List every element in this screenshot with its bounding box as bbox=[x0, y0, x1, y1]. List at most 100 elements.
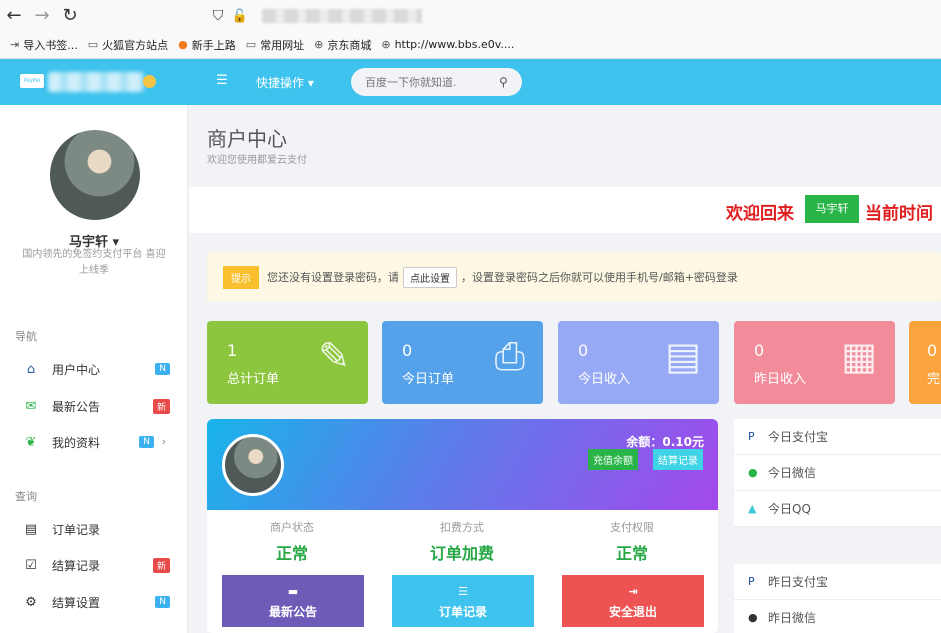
globe-icon: ⊕ bbox=[381, 38, 391, 51]
bookmarks-bar: ⇥ 导入书签... ▭ 火狐官方站点 ● 新手上路 ▭ 常用网址 ⊕ 京东商城 ⊕ http… bbox=[0, 31, 941, 59]
reload-icon[interactable]: ↻ bbox=[56, 5, 84, 26]
gears-icon: ⚙ bbox=[25, 594, 37, 610]
sidebar-item-settlement-settings[interactable]: ⚙ 结算设置 N bbox=[0, 584, 188, 620]
url-redacted bbox=[262, 9, 422, 23]
quick-ops-dropdown[interactable]: 快捷操作 ▾ bbox=[256, 74, 314, 91]
avatar[interactable] bbox=[222, 434, 284, 496]
set-password-button[interactable]: 点此设置 bbox=[403, 266, 457, 288]
bookmark-bbs[interactable]: ⊕ http://www.bbs.e0v.... bbox=[381, 38, 514, 51]
forward-icon[interactable]: → bbox=[28, 5, 56, 26]
bookmark-firefox-site[interactable]: ▭ 火狐官方站点 bbox=[88, 37, 168, 53]
calendar-icon: ▦ bbox=[841, 334, 877, 378]
wechat-icon: ● bbox=[748, 611, 758, 624]
list-item-today-alipay[interactable]: P 今日支付宝 bbox=[734, 419, 941, 455]
bookmark-import[interactable]: ⇥ 导入书签... bbox=[10, 37, 78, 53]
stat-partial[interactable]: 0 完 bbox=[909, 321, 941, 404]
qq-icon: ▲ bbox=[748, 502, 757, 515]
question-edit-icon: ✎ bbox=[318, 334, 350, 378]
bookmark-getting-started[interactable]: ● 新手上路 bbox=[178, 37, 236, 53]
profile-card: 余额：0.10元 充值余额 结算记录 商户状态 正常 扣费方式 订单加费 支付权… bbox=[207, 419, 718, 633]
badge-new: 新 bbox=[152, 398, 170, 414]
list-icon: ▤ bbox=[24, 521, 38, 537]
stat-total-orders[interactable]: 1 总计订单 ✎ bbox=[207, 321, 368, 404]
notice-text-1: 您还没有设置登录密码，请 bbox=[267, 271, 399, 284]
stat-today-income[interactable]: 0 今日收入 ▤ bbox=[558, 321, 719, 404]
logout-button[interactable]: ⇥ 安全退出 bbox=[562, 575, 704, 627]
document-icon: ▤ bbox=[665, 334, 701, 378]
home-icon: ⌂ bbox=[26, 361, 36, 377]
import-icon: ⇥ bbox=[10, 38, 20, 51]
search-input[interactable] bbox=[365, 75, 497, 89]
menu-toggle-icon[interactable]: ☰ bbox=[216, 73, 228, 88]
site-name-redacted bbox=[48, 72, 144, 92]
sidebar-item-orders[interactable]: ▤ 订单记录 bbox=[0, 511, 188, 547]
logout-icon: ⇥ bbox=[628, 585, 638, 598]
password-notice: 提示 您还没有设置登录密码，请 点此设置 ，设置登录密码之后你就可以使用手机号/… bbox=[207, 252, 941, 302]
welcome-prefix: 欢迎回来 bbox=[726, 204, 794, 224]
profile-card-header: 余额：0.10元 充值余额 结算记录 bbox=[207, 419, 718, 510]
recharge-button[interactable]: 充值余额 bbox=[588, 449, 638, 470]
search-box: ⚲ bbox=[351, 68, 522, 96]
order-records-button[interactable]: ☰ 订单记录 bbox=[392, 575, 534, 627]
welcome-name-badge: 马宇轩 bbox=[805, 195, 859, 223]
mail-icon: ✉ bbox=[25, 398, 37, 414]
query-section-label: 查询 bbox=[15, 490, 37, 503]
list-item-today-qq[interactable]: ▲ 今日QQ bbox=[734, 491, 941, 527]
check-icon: ☑ bbox=[25, 557, 37, 573]
badge-new: N bbox=[155, 363, 170, 375]
folder-icon: ▭ bbox=[87, 38, 99, 51]
tip-badge: 提示 bbox=[223, 265, 259, 289]
wechat-icon: ● bbox=[748, 466, 758, 479]
today-stats-list: P 今日支付宝 ● 今日微信 ▲ 今日QQ bbox=[734, 419, 941, 527]
sidebar: 马宇轩 ▾ 国内领先的免签约支付平台 喜迎上线季 导航 ⌂ 用户中心 N ✉ 最… bbox=[0, 105, 188, 633]
sidebar-item-settlements[interactable]: ☑ 结算记录 新 bbox=[0, 547, 188, 583]
info-payment-permission: 支付权限 正常 bbox=[610, 521, 654, 563]
address-bar[interactable]: ⛉ 🔓 bbox=[206, 3, 941, 29]
badge-new: N bbox=[139, 436, 154, 448]
browser-toolbar: ← → ↻ ⛉ 🔓 bbox=[0, 0, 941, 31]
badge-new: N bbox=[155, 596, 170, 608]
nav-section-label: 导航 bbox=[15, 330, 37, 343]
page-title: 商户中心 bbox=[207, 127, 287, 151]
balance-label: 余额：0.10元 bbox=[626, 435, 704, 449]
bookmark-common-sites[interactable]: ▭ 常用网址 bbox=[246, 37, 304, 53]
back-icon[interactable]: ← bbox=[0, 5, 28, 26]
shield-icon[interactable]: ⛉ bbox=[206, 8, 230, 24]
settlement-records-button[interactable]: 结算记录 bbox=[653, 449, 703, 470]
stat-today-orders[interactable]: 0 今日订单 ⎙ bbox=[382, 321, 543, 404]
paypal-icon: P bbox=[748, 575, 755, 588]
sidebar-item-announcements[interactable]: ✉ 最新公告 新 bbox=[0, 388, 188, 424]
list-icon: ☰ bbox=[458, 585, 468, 598]
search-icon[interactable]: ⚲ bbox=[499, 75, 508, 89]
app-header: PayPal ☰ 快捷操作 ▾ ⚲ bbox=[0, 59, 941, 105]
notice-text-2: ，设置登录密码之后你就可以使用手机号/邮箱+密码登录 bbox=[461, 271, 738, 284]
card-icon: ▬ bbox=[287, 585, 299, 598]
current-time-label: 当前时间 bbox=[865, 204, 933, 224]
stat-yesterday-income[interactable]: 0 昨日收入 ▦ bbox=[734, 321, 895, 404]
sidebar-item-my-profile[interactable]: ❦ 我的资料 N › bbox=[0, 424, 188, 460]
page-header: 商户中心 欢迎您使用都爱云支付 bbox=[189, 105, 941, 185]
printer-icon: ⎙ bbox=[494, 334, 525, 378]
folder-icon: ▭ bbox=[245, 38, 257, 51]
bookmark-jd[interactable]: ⊕ 京东商城 bbox=[314, 37, 371, 53]
announcements-button[interactable]: ▬ 最新公告 bbox=[222, 575, 364, 627]
list-item-yesterday-alipay[interactable]: P 昨日支付宝 bbox=[734, 564, 941, 600]
info-fee-method: 扣费方式 订单加费 bbox=[429, 521, 494, 563]
paypal-icon: P bbox=[748, 430, 755, 443]
list-item-today-wechat[interactable]: ● 今日微信 bbox=[734, 455, 941, 491]
logo: PayPal bbox=[20, 74, 44, 88]
chevron-right-icon: › bbox=[161, 435, 166, 448]
user-tagline: 国内领先的免签约支付平台 喜迎上线季 bbox=[22, 249, 166, 276]
verified-badge-icon bbox=[143, 75, 156, 88]
leaf-icon: ❦ bbox=[25, 434, 37, 450]
badge-new: 新 bbox=[152, 557, 170, 573]
page-subtitle: 欢迎您使用都爱云支付 bbox=[207, 155, 307, 166]
firefox-icon: ● bbox=[178, 38, 188, 51]
yesterday-stats-list: P 昨日支付宝 ● 昨日微信 bbox=[734, 564, 941, 633]
list-item-yesterday-wechat[interactable]: ● 昨日微信 bbox=[734, 600, 941, 633]
avatar[interactable] bbox=[50, 130, 140, 220]
sidebar-item-user-center[interactable]: ⌂ 用户中心 N bbox=[0, 351, 188, 387]
insecure-lock-icon[interactable]: 🔓 bbox=[230, 9, 250, 24]
info-merchant-status: 商户状态 正常 bbox=[270, 521, 314, 563]
globe-icon: ⊕ bbox=[314, 38, 324, 51]
